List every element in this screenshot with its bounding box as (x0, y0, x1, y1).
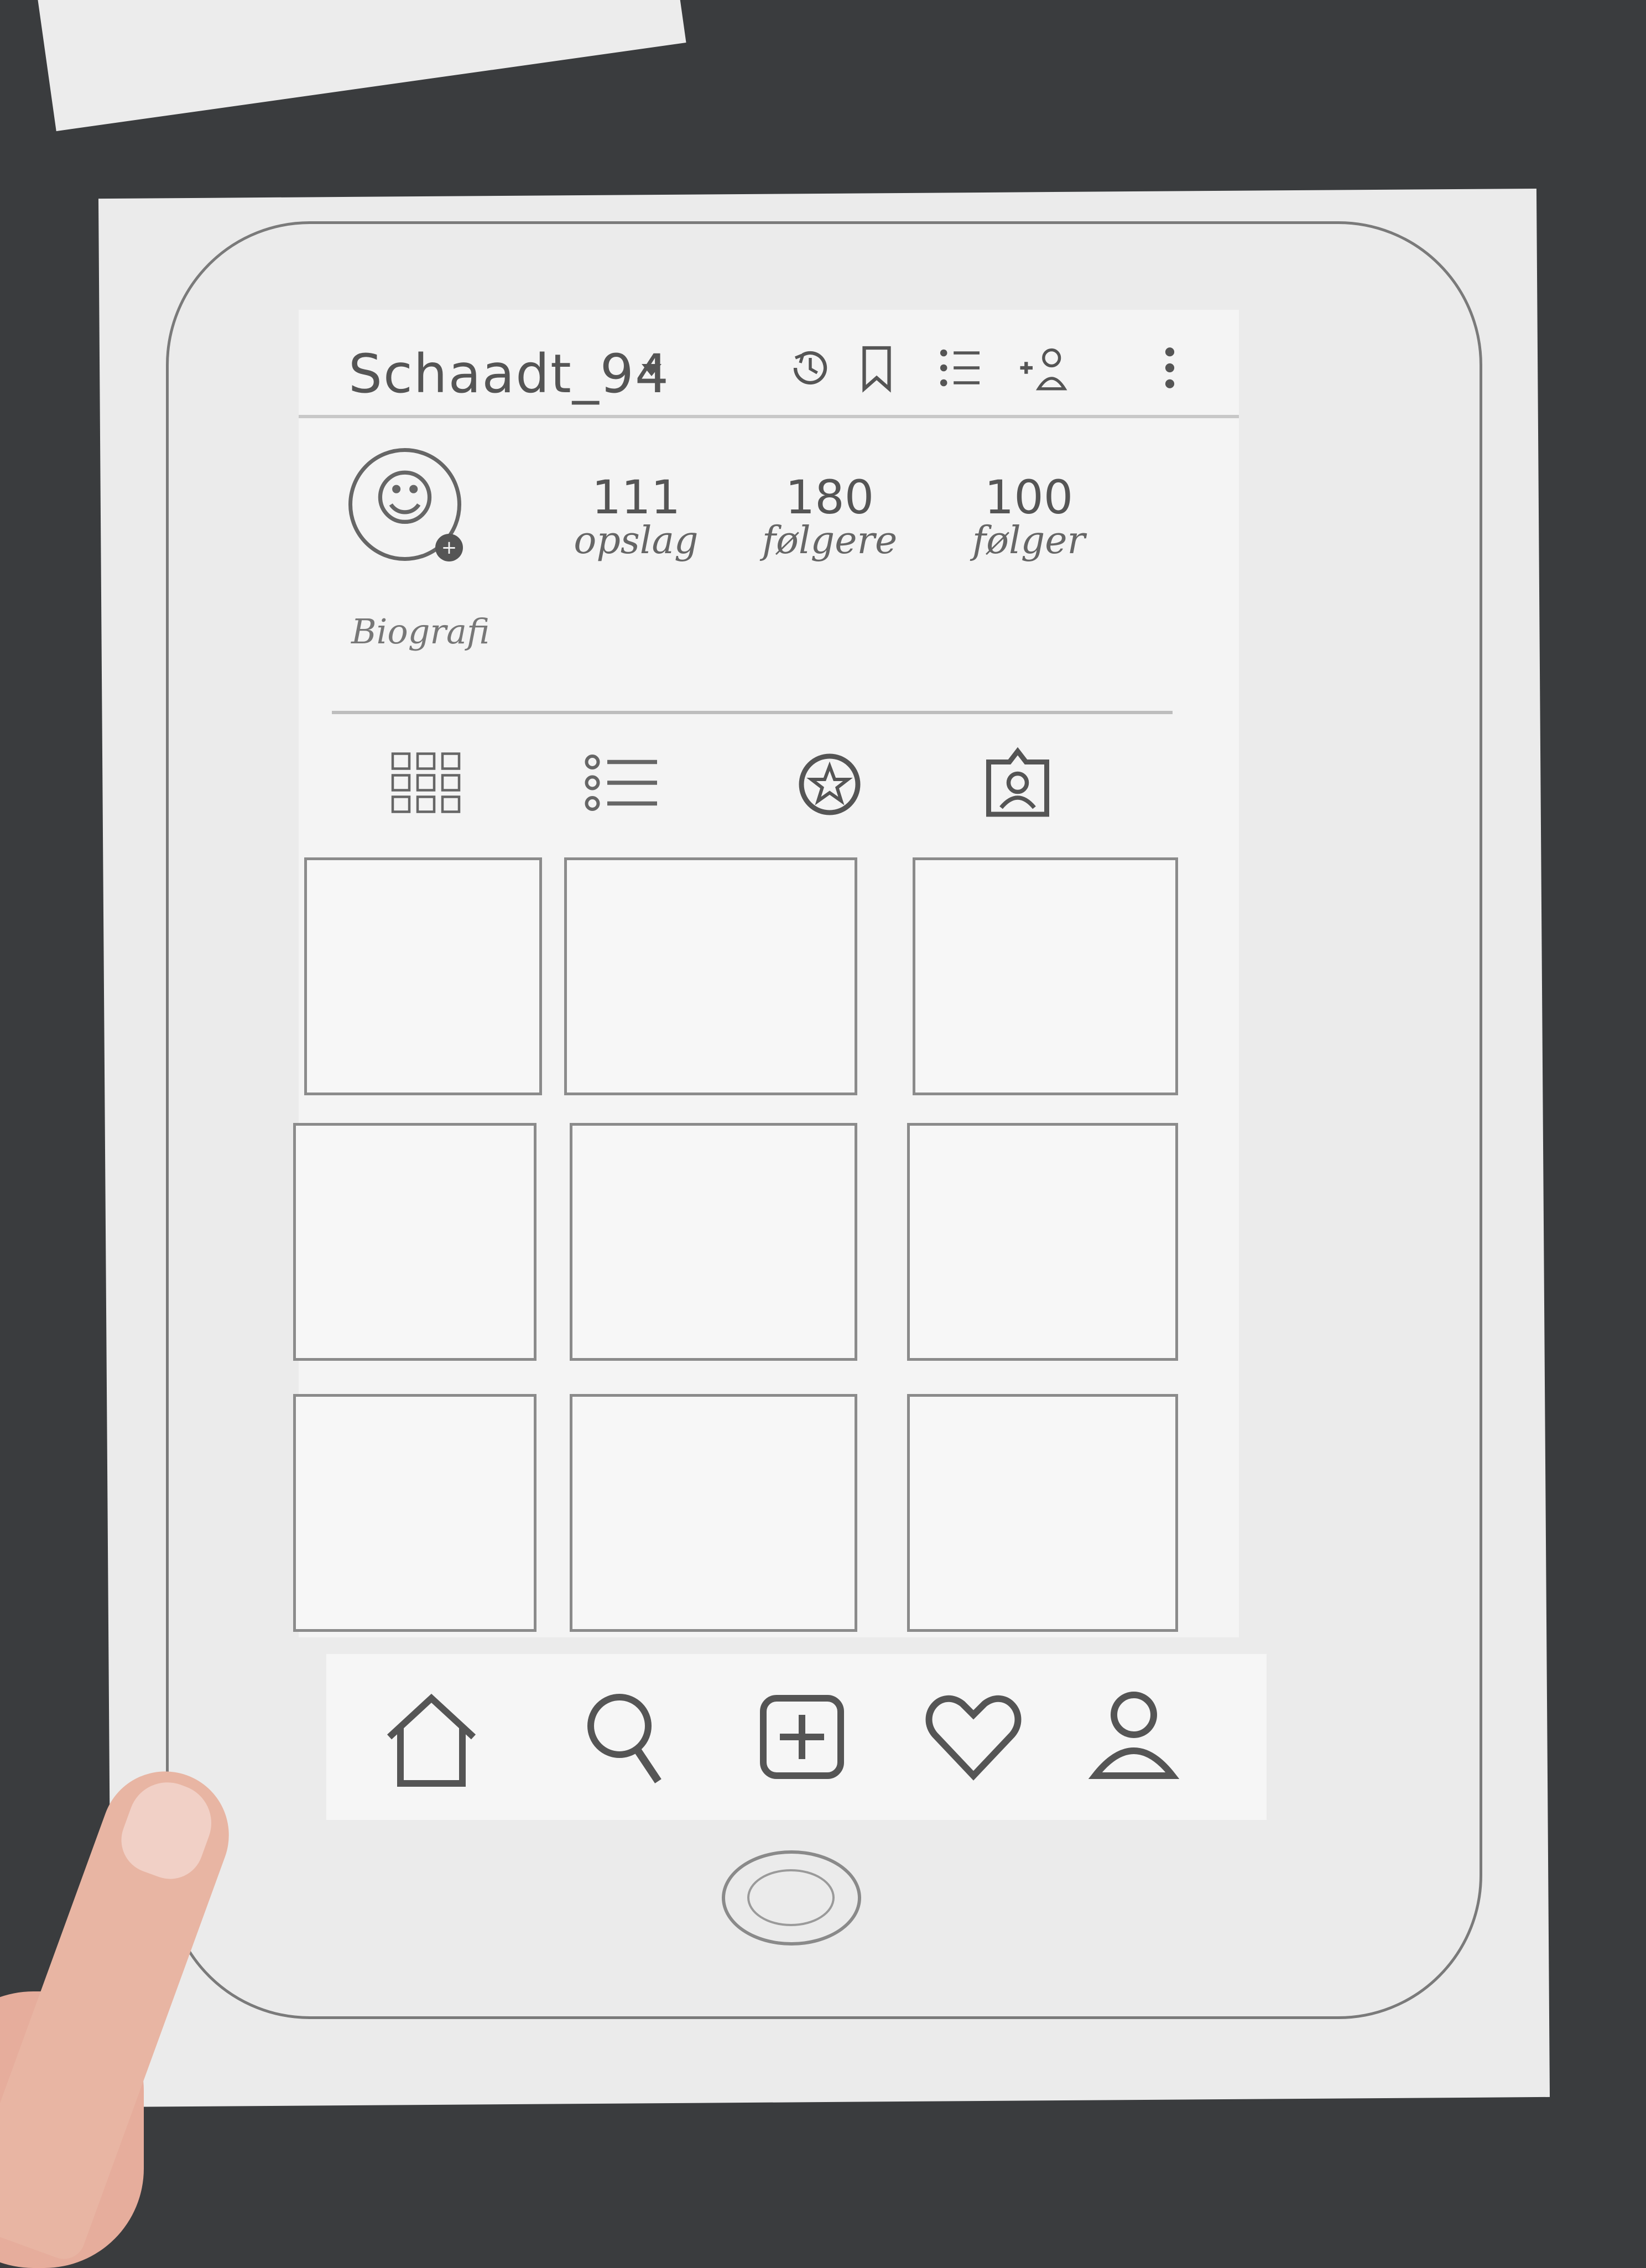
phone-home-button[interactable] (722, 1850, 861, 1946)
grid-icon[interactable] (382, 741, 470, 824)
stat-following[interactable]: 100 følger (957, 470, 1101, 563)
background-paper (33, 0, 686, 132)
home-icon[interactable] (376, 1682, 487, 1792)
profile-tabs (299, 741, 1239, 841)
top-bar: Schaadt_94 (299, 310, 1239, 418)
bookmark-icon[interactable] (852, 343, 902, 393)
profile-icon[interactable] (1079, 1682, 1189, 1792)
more-icon[interactable] (1145, 343, 1195, 393)
post-thumbnail[interactable] (907, 1394, 1178, 1632)
post-thumbnail[interactable] (570, 1123, 857, 1361)
post-thumbnail[interactable] (564, 857, 857, 1095)
add-person-icon[interactable] (1018, 343, 1067, 393)
list-icon[interactable] (935, 343, 985, 393)
stat-value: 111 (591, 470, 681, 524)
profile-screen: Schaadt_94 ☺ + 111 opslag 180 følgere 10… (293, 310, 1239, 1637)
username[interactable]: Schaadt_94 (348, 343, 670, 405)
stat-posts[interactable]: 111 opslag (564, 470, 708, 563)
chevron-down-icon[interactable] (642, 364, 661, 376)
avatar-face: ☺ (373, 463, 437, 534)
bottom-nav (326, 1654, 1267, 1820)
list-icon[interactable] (578, 741, 666, 824)
post-thumbnail[interactable] (570, 1394, 857, 1632)
avatar-add-badge[interactable]: + (435, 534, 463, 561)
tagged-person-icon[interactable] (973, 741, 1062, 824)
add-post-icon[interactable] (747, 1682, 857, 1792)
bio-text: Biografi (351, 611, 490, 652)
stat-label: opslag (574, 519, 699, 563)
post-thumbnail[interactable] (293, 1123, 536, 1361)
stat-label: følger (972, 519, 1086, 563)
stat-label: følgere (762, 519, 898, 563)
post-thumbnail[interactable] (293, 1394, 536, 1632)
heart-icon[interactable] (918, 1682, 1029, 1792)
stat-value: 100 (984, 470, 1074, 524)
avatar[interactable]: ☺ + (348, 448, 463, 561)
search-icon[interactable] (570, 1682, 680, 1792)
divider (332, 711, 1173, 714)
stat-followers[interactable]: 180 følgere (758, 470, 902, 563)
fingernail (112, 1771, 222, 1889)
post-thumbnail[interactable] (913, 857, 1178, 1095)
stat-value: 180 (785, 470, 874, 524)
history-icon[interactable] (785, 343, 835, 393)
post-thumbnail[interactable] (907, 1123, 1178, 1361)
post-thumbnail[interactable] (304, 857, 542, 1095)
star-icon[interactable] (785, 741, 874, 824)
posts-grid (293, 857, 1239, 1632)
